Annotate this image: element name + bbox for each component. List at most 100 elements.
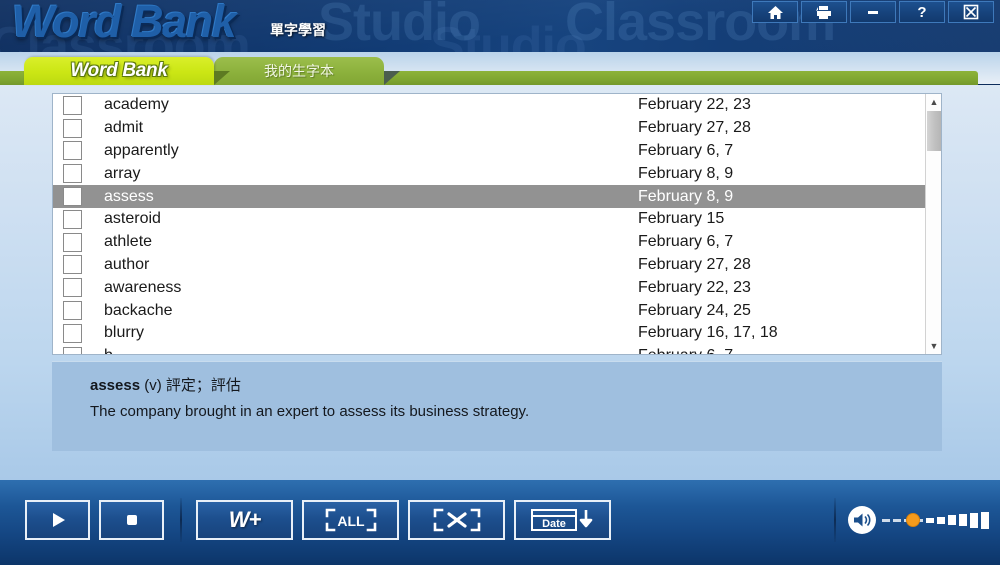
toolbar-separator — [180, 498, 182, 542]
volume-bar[interactable] — [948, 515, 956, 525]
volume-bar[interactable] — [970, 512, 978, 528]
tab-word-bank-label: Word Bank — [70, 60, 168, 81]
row-word: blurry — [104, 324, 145, 342]
table-row[interactable]: backache February 24, 25 — [53, 299, 926, 322]
table-row[interactable]: academy February 22, 23 — [53, 94, 926, 117]
row-checkbox[interactable] — [63, 346, 82, 354]
row-word: academy — [104, 96, 169, 114]
date-sort-label: Date — [542, 518, 566, 530]
volume-knob[interactable] — [906, 513, 920, 527]
row-date: February 8, 9 — [638, 164, 734, 182]
word-list[interactable]: academy February 22, 23 admit February 27, … — [52, 93, 942, 355]
definition-headword: assess — [90, 377, 141, 394]
table-row[interactable]: athlete February 6, 7 — [53, 231, 926, 254]
row-date: February 16, 17, 18 — [638, 324, 778, 342]
row-date: February 6, 7 — [638, 347, 733, 354]
add-word-label: W+ — [228, 507, 262, 532]
volume-bar[interactable] — [926, 517, 934, 523]
table-row[interactable]: awareness February 22, 23 — [53, 276, 926, 299]
row-checkbox[interactable] — [63, 164, 82, 184]
row-checkbox[interactable] — [63, 209, 82, 229]
word-bank-app: Classroom Studio Studio Classroom Word B… — [0, 0, 1000, 565]
volume-slider[interactable] — [882, 506, 989, 534]
select-all-button[interactable]: ALL — [302, 500, 399, 540]
definition-headword-line: assess (v) 評定；評估 — [90, 374, 942, 395]
row-word: b — [104, 347, 113, 354]
help-icon[interactable]: ? — [899, 1, 945, 23]
row-word: athlete — [104, 233, 153, 251]
table-row[interactable]: assess February 8, 9 — [53, 185, 926, 208]
add-word-button[interactable]: W+ — [196, 500, 293, 540]
row-word: array — [104, 164, 141, 182]
row-word: apparently — [104, 141, 179, 159]
row-checkbox[interactable] — [63, 232, 82, 252]
shuffle-icon — [433, 508, 480, 532]
row-date: February 15 — [638, 210, 725, 228]
definition-example: The company brought in an expert to asse… — [90, 403, 530, 420]
play-icon — [52, 513, 65, 527]
banner-ghost-studio: Studio — [318, 0, 481, 52]
date-sort-icon: Date — [530, 509, 592, 531]
shuffle-button[interactable] — [408, 500, 505, 540]
print-icon[interactable] — [801, 1, 847, 23]
row-word: awareness — [104, 278, 182, 296]
scrollbar-thumb[interactable] — [927, 111, 941, 151]
table-row[interactable]: blurry February 16, 17, 18 — [53, 322, 926, 345]
stop-button[interactable] — [99, 500, 164, 540]
row-checkbox[interactable] — [63, 255, 82, 275]
definition-gloss: (v) 評定；評估 — [140, 377, 241, 394]
close-icon[interactable] — [948, 1, 994, 23]
minimize-icon[interactable] — [850, 1, 896, 23]
row-checkbox[interactable] — [63, 95, 82, 115]
row-date: February 27, 28 — [638, 255, 751, 273]
sort-by-date-button[interactable]: Date — [514, 500, 611, 540]
row-date: February 22, 23 — [638, 278, 751, 296]
page-subtitle: 單字學習 — [270, 22, 326, 38]
table-row[interactable]: apparently February 6, 7 — [53, 140, 926, 163]
volume-bar[interactable] — [893, 518, 901, 522]
stop-icon — [126, 515, 137, 525]
table-row[interactable]: author February 27, 28 — [53, 254, 926, 277]
row-word: backache — [104, 301, 173, 319]
row-checkbox[interactable] — [63, 118, 82, 138]
tab-my-word-list[interactable]: 我的生字本 — [214, 57, 384, 85]
window-controls: ? — [752, 1, 994, 23]
row-checkbox[interactable] — [63, 278, 82, 298]
word-list-scrollbar[interactable]: ▲ ▼ — [925, 94, 941, 354]
scroll-up-icon[interactable]: ▲ — [926, 94, 941, 110]
scroll-down-icon[interactable]: ▼ — [926, 338, 941, 354]
tab-my-word-list-label: 我的生字本 — [264, 63, 334, 79]
row-date: February 27, 28 — [638, 119, 751, 137]
row-word: author — [104, 255, 150, 273]
row-checkbox[interactable] — [63, 187, 82, 207]
page-title: Word Bank — [12, 0, 237, 47]
volume-bar[interactable] — [937, 516, 945, 524]
tab-word-bank[interactable]: Word Bank — [24, 57, 214, 85]
row-word: asteroid — [104, 210, 161, 228]
volume-bar[interactable] — [882, 518, 890, 522]
tab-notch-right — [384, 71, 400, 85]
svg-text:ALL: ALL — [337, 513, 365, 529]
tab-notch-left — [214, 71, 230, 85]
row-date: February 22, 23 — [638, 96, 751, 114]
volume-bar[interactable] — [959, 514, 967, 526]
row-date: February 6, 7 — [638, 141, 734, 159]
home-icon[interactable] — [752, 1, 798, 23]
table-row[interactable]: b February 6, 7 — [53, 345, 926, 354]
volume-separator — [834, 498, 836, 542]
volume-bar[interactable] — [981, 511, 989, 529]
row-checkbox[interactable] — [63, 141, 82, 161]
table-row[interactable]: admit February 27, 28 — [53, 117, 926, 140]
row-date: February 8, 9 — [638, 187, 734, 205]
row-word: assess — [104, 187, 154, 205]
row-word: admit — [104, 119, 144, 137]
play-button[interactable] — [25, 500, 90, 540]
row-checkbox[interactable] — [63, 301, 82, 321]
table-row[interactable]: asteroid February 15 — [53, 208, 926, 231]
speaker-icon[interactable] — [848, 506, 876, 534]
content-area: academy February 22, 23 admit February 27, … — [0, 85, 1000, 480]
select-all-icon: ALL — [325, 508, 376, 532]
row-checkbox[interactable] — [63, 323, 82, 343]
row-date: February 6, 7 — [638, 233, 734, 251]
table-row[interactable]: array February 8, 9 — [53, 162, 926, 185]
